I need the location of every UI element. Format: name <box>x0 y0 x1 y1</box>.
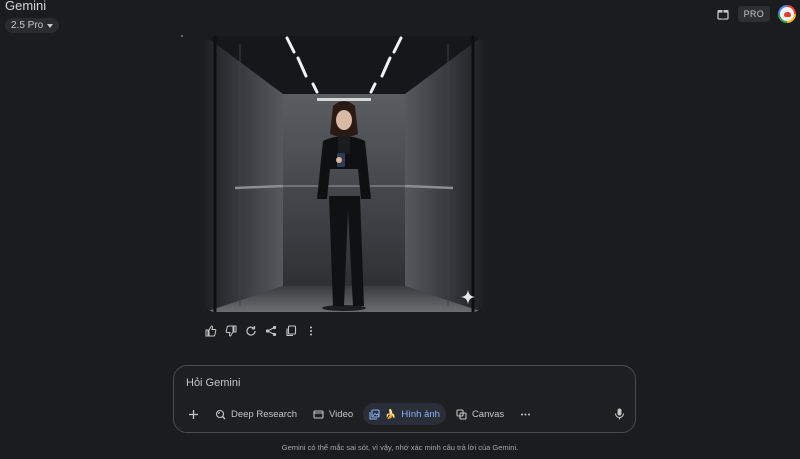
more-vertical-icon <box>310 326 312 336</box>
gift-button[interactable] <box>716 7 730 21</box>
banana-icon: 🍌 <box>385 408 397 419</box>
disclaimer: Gemini có thể mắc sai sót, vì vậy, nhớ x… <box>281 443 519 452</box>
redo-button[interactable] <box>243 323 259 339</box>
canvas-label: Canvas <box>471 408 505 420</box>
generated-image[interactable] <box>205 36 483 312</box>
more-options-button[interactable] <box>303 323 319 339</box>
canvas-icon <box>456 408 467 420</box>
image-label: Hình ảnh <box>401 408 440 420</box>
prompt-input[interactable] <box>186 374 566 392</box>
thin-mark <box>181 35 183 37</box>
model-label: 2.5 Pro <box>11 20 44 31</box>
video-button[interactable]: Video <box>307 403 359 425</box>
copy-button[interactable] <box>283 323 299 339</box>
thumbs-down-button[interactable] <box>223 323 239 339</box>
video-icon <box>313 409 324 419</box>
share-icon <box>265 325 277 337</box>
prompt-composer: Deep Research Video 🍌 Hình ảnh Canvas <box>173 365 636 433</box>
image-gallery-icon <box>369 408 380 420</box>
avatar[interactable] <box>778 5 796 23</box>
microphone-icon <box>614 408 625 420</box>
copy-icon <box>286 325 297 337</box>
app-title[interactable]: Gemini <box>5 0 46 13</box>
sparkle-icon <box>461 290 475 304</box>
deep-research-button[interactable]: Deep Research <box>209 403 303 425</box>
composer-toolbar: Deep Research Video 🍌 Hình ảnh Canvas <box>182 403 537 425</box>
more-tools-button[interactable] <box>514 403 537 425</box>
more-horizontal-icon <box>521 413 531 415</box>
refresh-icon <box>246 326 256 336</box>
plus-icon <box>189 409 198 419</box>
response-actions <box>203 323 319 339</box>
thumbs-up-icon <box>205 325 217 337</box>
add-button[interactable] <box>182 403 205 425</box>
thumbs-down-icon <box>225 325 237 337</box>
microphone-button[interactable] <box>614 407 625 425</box>
avatar-inner <box>780 7 794 21</box>
video-label: Video <box>329 408 354 420</box>
model-selector[interactable]: 2.5 Pro <box>5 18 60 33</box>
chevron-down-icon <box>47 23 54 28</box>
canvas-button[interactable]: Canvas <box>450 403 510 425</box>
share-button[interactable] <box>263 323 279 339</box>
deep-research-icon <box>215 409 226 419</box>
gift-icon <box>716 10 729 20</box>
elevator-scene-image <box>205 36 483 312</box>
avatar-face-icon <box>783 11 791 17</box>
thumbs-up-button[interactable] <box>203 323 219 339</box>
pro-badge[interactable]: PRO <box>737 6 770 22</box>
deep-research-label: Deep Research <box>231 408 298 420</box>
top-right-controls: PRO <box>716 5 796 23</box>
image-button[interactable]: 🍌 Hình ảnh <box>363 403 446 425</box>
